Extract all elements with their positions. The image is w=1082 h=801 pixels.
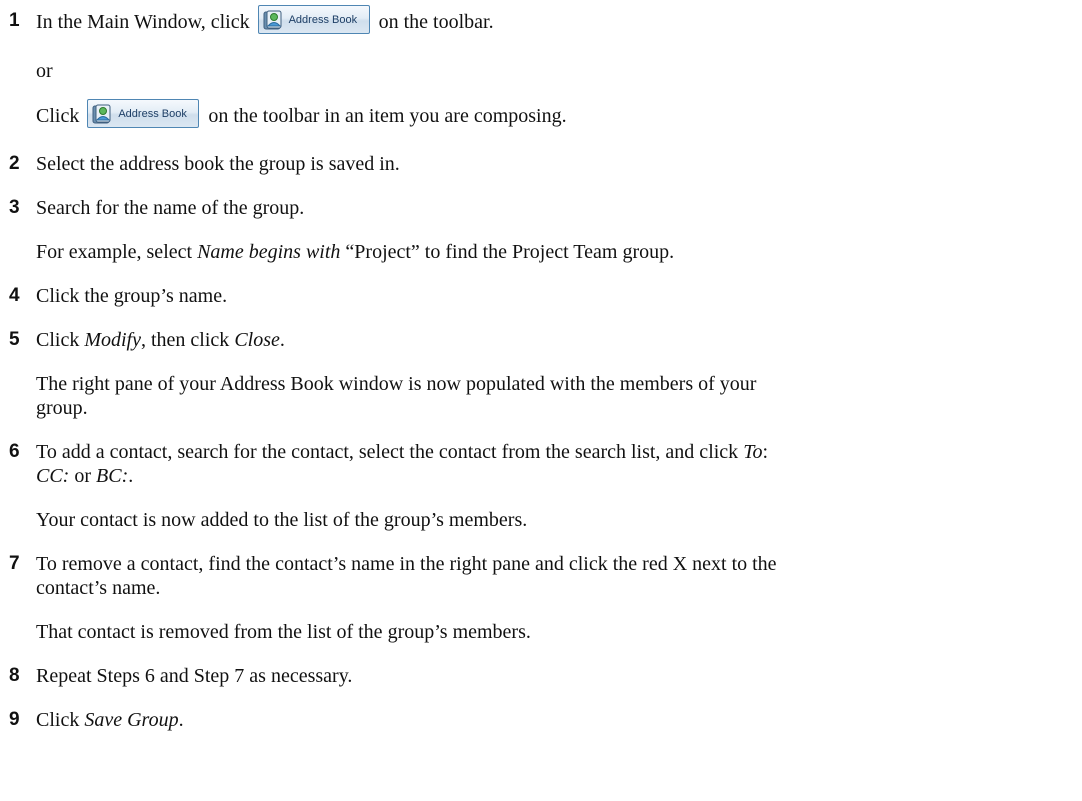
step-4-text: Click the group’s name. <box>36 285 228 307</box>
step-3-example-post: “Project” to find the Project Team group… <box>340 241 675 263</box>
step-number: 4 <box>9 285 20 306</box>
step-6-em-to: To <box>743 441 763 463</box>
step-7-result: That contact is removed from the list of… <box>36 621 531 643</box>
step-number: 3 <box>9 197 20 218</box>
step-5-result-line2: group. <box>36 397 88 419</box>
step-number: 9 <box>9 709 20 730</box>
step-7-line1: To remove a contact, find the contact’s … <box>36 553 777 575</box>
step-9-pre: Click <box>36 709 85 731</box>
address-book-button[interactable]: Address Book <box>87 99 200 128</box>
step-number: 6 <box>9 441 20 462</box>
step-5-pre: Click <box>36 329 85 351</box>
address-book-button[interactable]: Address Book <box>257 5 370 34</box>
step-2-text: Select the address book the group is sav… <box>36 153 400 175</box>
step-1-alt-text: Click Address Book on the toolbar in an … <box>36 99 567 132</box>
step-1-text-before: In the Main Window, click <box>36 11 250 34</box>
step-6-line1: To add a contact, search for the contact… <box>36 440 768 464</box>
step-number: 8 <box>9 665 20 686</box>
step-3-example: For example, select Name begins with “Pr… <box>36 240 674 264</box>
step-6-result: Your contact is now added to the list of… <box>36 509 528 531</box>
step-6-line2-end: . <box>128 465 134 487</box>
step-3-text: Search for the name of the group. <box>36 197 305 219</box>
address-book-button-label: Address Book <box>288 14 358 26</box>
step-1-text: In the Main Window, click Address Book o… <box>36 5 494 38</box>
step-6-line1-end: : <box>762 441 769 463</box>
step-1-alt-after: on the toolbar in an item you are compos… <box>208 105 567 128</box>
step-7-line2: contact’s name. <box>36 577 161 599</box>
step-5-em-close: Close <box>234 329 280 351</box>
step-6-line2: CC: or BC:. <box>36 464 133 488</box>
step-9-text: Click Save Group. <box>36 708 184 732</box>
step-5-text: Click Modify, then click Close. <box>36 328 285 352</box>
step-6-line1-text: To add a contact, search for the contact… <box>36 441 744 463</box>
step-6-line2-mid: or <box>69 465 97 487</box>
step-number: 2 <box>9 153 20 174</box>
step-number: 7 <box>9 553 20 574</box>
step-9-post: . <box>178 709 184 731</box>
step-5-result-line1: The right pane of your Address Book wind… <box>36 373 757 395</box>
address-book-icon <box>263 10 282 30</box>
step-6-em-cc: CC: <box>36 465 70 487</box>
step-6-em-bc: BC: <box>96 465 129 487</box>
step-8-text: Repeat Steps 6 and Step 7 as necessary. <box>36 665 353 687</box>
step-number: 1 <box>9 10 20 31</box>
step-5-post: . <box>279 329 285 351</box>
step-5-mid: , then click <box>141 329 235 351</box>
step-3-example-pre: For example, select <box>36 241 198 263</box>
step-3-example-em: Name begins with <box>197 241 341 263</box>
step-5-em-modify: Modify <box>84 329 141 351</box>
step-number: 5 <box>9 329 20 350</box>
step-1-text-after: on the toolbar. <box>378 11 494 34</box>
address-book-icon <box>92 104 111 124</box>
address-book-button-label: Address Book <box>118 108 187 120</box>
step-9-em-save-group: Save Group <box>84 709 179 731</box>
step-1-alt-before: Click <box>36 105 80 128</box>
step-1-or: or <box>36 60 53 82</box>
